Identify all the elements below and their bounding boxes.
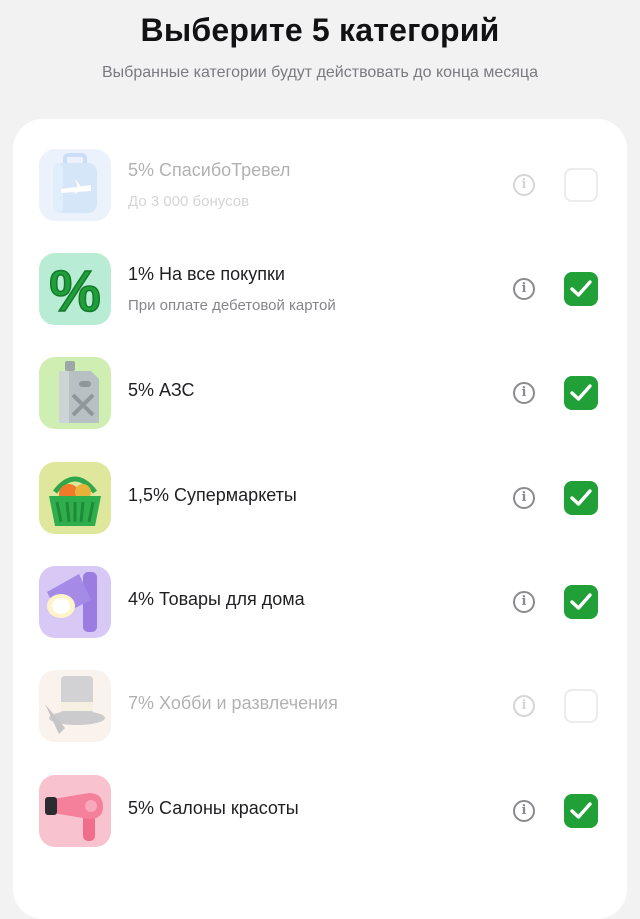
category-checkbox[interactable]: [564, 794, 598, 828]
category-name: 5% СпасибоТревел: [128, 160, 291, 180]
lamp-icon: [39, 566, 111, 638]
top-hat-icon: [39, 670, 111, 742]
hair-dryer-icon: [39, 775, 111, 847]
category-name: 4% Товары для дома: [128, 589, 305, 609]
category-name: 1% На все покупки: [128, 264, 285, 284]
category-note: При оплате дебетовой картой: [128, 297, 336, 314]
page-subtitle: Выбранные категории будут действовать до…: [101, 64, 538, 81]
category-name: 5% Салоны красоты: [128, 798, 299, 818]
category-checkbox[interactable]: [564, 376, 598, 410]
info-icon[interactable]: i: [513, 800, 535, 822]
category-row-all-purchases[interactable]: % 1% На все покупки При оплате дебетовой…: [13, 249, 627, 329]
info-icon[interactable]: i: [513, 487, 535, 509]
category-row-beauty-salons[interactable]: 5% Салоны красоты i: [13, 771, 627, 851]
category-row-hobby[interactable]: 7% Хобби и развлечения i: [13, 666, 627, 746]
category-checkbox[interactable]: [564, 585, 598, 619]
basket-icon: [39, 462, 111, 534]
info-icon[interactable]: i: [513, 695, 535, 717]
info-icon[interactable]: i: [513, 591, 535, 613]
categories-card: 5% СпасибоТревел До 3 000 бонусов i % 1%…: [13, 119, 627, 919]
category-checkbox[interactable]: [564, 272, 598, 306]
category-name: 7% Хобби и развлечения: [128, 693, 338, 713]
page-title: Выберите 5 категорий: [140, 12, 500, 48]
category-row-home-goods[interactable]: 4% Товары для дома i: [13, 562, 627, 642]
category-checkbox[interactable]: [564, 168, 598, 202]
category-note: До 3 000 бонусов: [128, 193, 250, 210]
category-checkbox[interactable]: [564, 481, 598, 515]
category-name: 1,5% Супермаркеты: [128, 485, 297, 505]
svg-text:%: %: [49, 259, 101, 324]
jerrycan-icon: [39, 357, 111, 429]
category-name: 5% АЗС: [128, 380, 195, 400]
percent-icon: %: [39, 253, 111, 325]
info-icon[interactable]: i: [513, 174, 535, 196]
category-row-travel[interactable]: 5% СпасибоТревел До 3 000 бонусов i: [13, 145, 627, 225]
info-icon[interactable]: i: [513, 278, 535, 300]
category-checkbox[interactable]: [564, 689, 598, 723]
category-row-fuel[interactable]: 5% АЗС i: [13, 353, 627, 433]
suitcase-icon: [39, 149, 111, 221]
category-row-supermarkets[interactable]: 1,5% Супермаркеты i: [13, 458, 627, 538]
info-icon[interactable]: i: [513, 382, 535, 404]
